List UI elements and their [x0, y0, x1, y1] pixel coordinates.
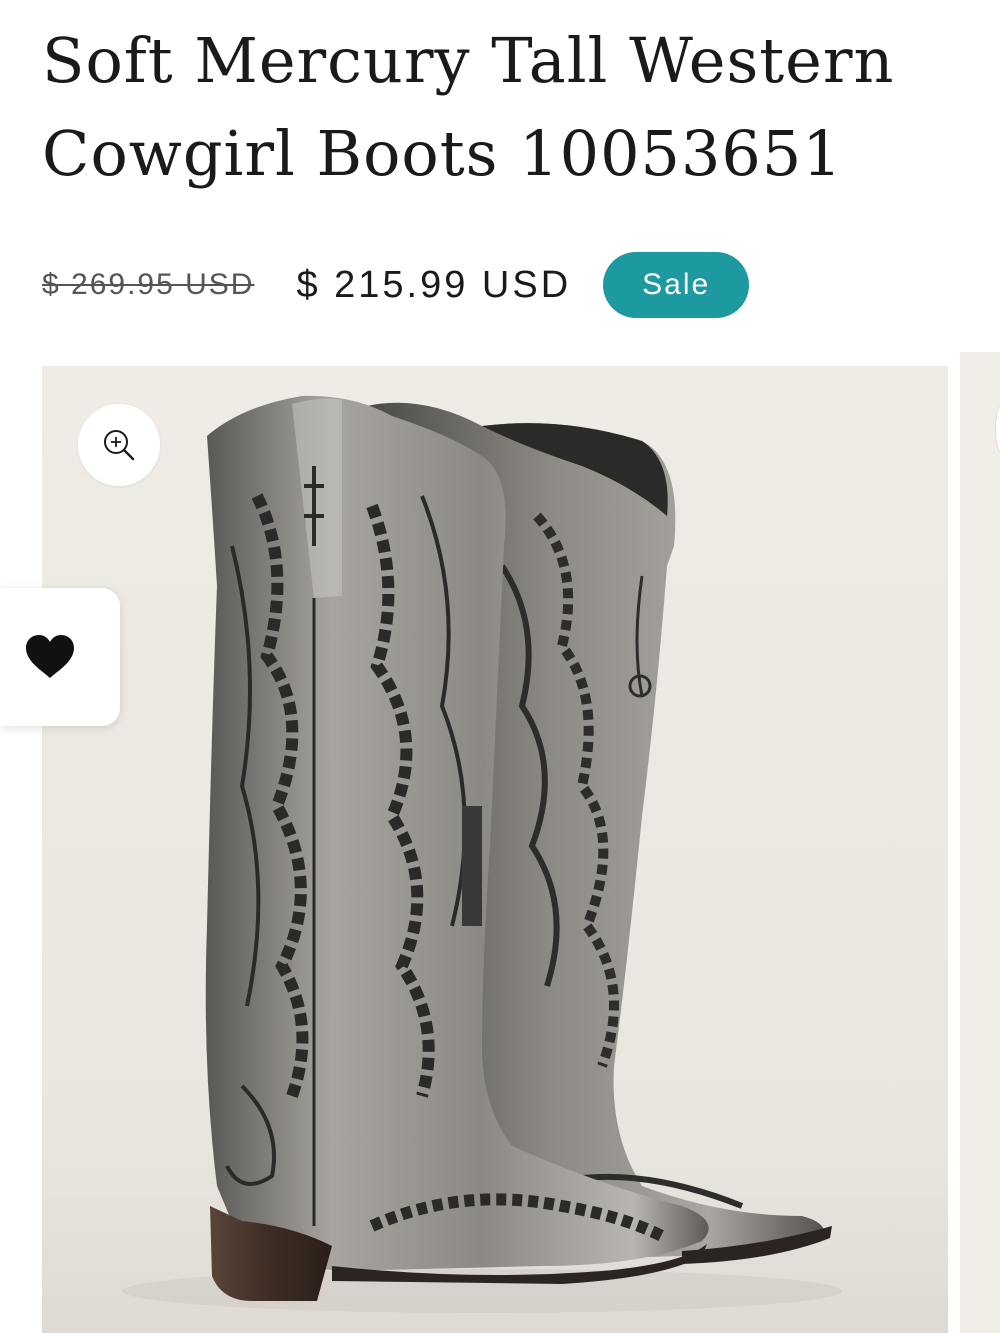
heart-icon [26, 635, 74, 678]
sale-badge: Sale [603, 252, 750, 318]
zoom-button[interactable] [78, 404, 160, 486]
sale-price: $ 215.99 USD [296, 263, 572, 306]
next-slide-preview[interactable] [960, 352, 1000, 1333]
next-slide-button[interactable] [995, 405, 1000, 453]
wishlist-button[interactable] [0, 588, 120, 726]
zoom-in-icon [104, 430, 135, 461]
original-price: $ 269.95 USD [42, 268, 255, 301]
product-image-gallery[interactable] [42, 366, 948, 1333]
product-title: Soft Mercury Tall Western Cowgirl Boots … [42, 24, 895, 190]
price-row: $ 269.95 USD $ 215.99 USD Sale [42, 250, 750, 320]
product-image[interactable] [42, 366, 948, 1333]
